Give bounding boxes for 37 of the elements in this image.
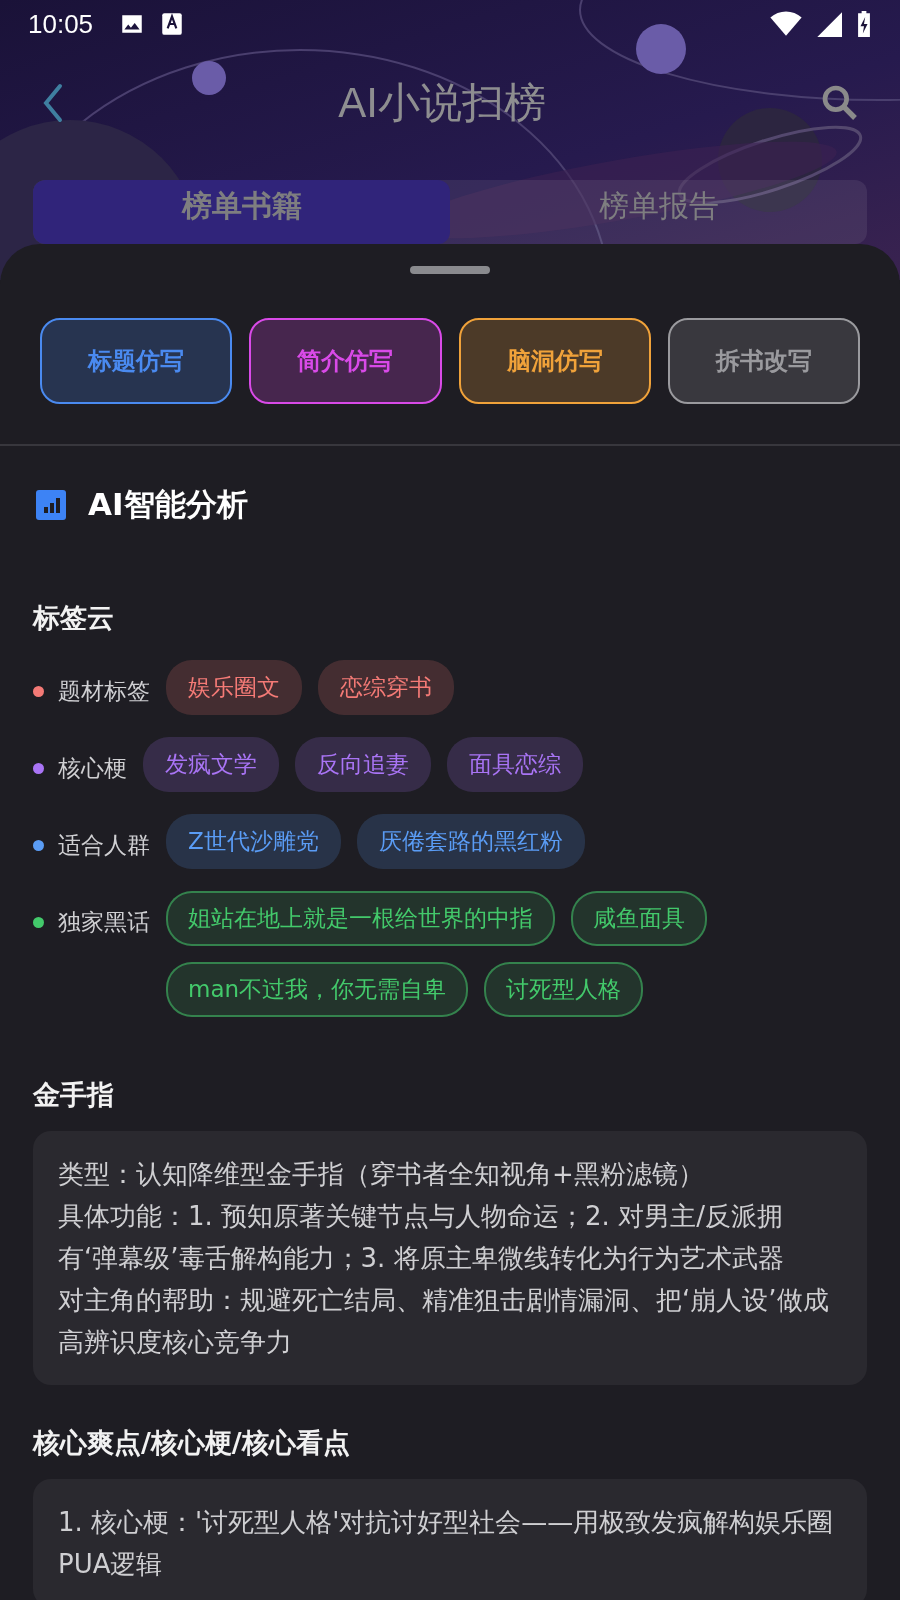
tag-chip: 咸鱼面具 [571,891,707,946]
signal-icon [816,11,842,37]
paragraph: 对主角的帮助：规避死亡结局、精准狙击剧情漏洞、把‘崩人设’做成高辨识度核心竞争力 [58,1284,830,1359]
status-time: 10:05 [28,8,94,40]
tag-chip: 面具恋综 [447,737,583,792]
drag-handle[interactable] [410,266,490,274]
tag-chip: 恋综穿书 [318,660,454,715]
page-title: AI小说扫榜 [338,78,546,128]
tag-chip: 厌倦套路的黑红粉 [356,814,585,869]
tab[interactable]: 榜单书籍 [33,180,450,244]
tag-group-label: 适合人群 [58,831,150,860]
action-button[interactable]: 简介仿写 [249,318,442,404]
paragraph: 具体功能：1. 预知原著关键节点与人物命运；2. 对男主/反派拥有‘弹幕级’毒舌解构能力；3. 将原主卑微线转化为行为艺术武器 [58,1200,785,1275]
back-icon[interactable] [42,83,64,123]
action-button[interactable]: 脑洞仿写 [458,318,651,404]
tag-group-label: 核心梗 [58,754,127,783]
tab[interactable]: 榜单报告 [450,180,867,244]
tag-chip: 讨死型人格 [484,962,644,1017]
tag-group-label: 独家黑话 [58,908,150,937]
chart-icon [36,490,66,520]
paragraph: 1. 核心梗：'讨死型人格'对抗讨好型社会——用极致发疯解构娱乐圈PUA逻辑 [58,1506,835,1581]
battery-icon [856,11,872,37]
subsection-title: 金手指 [32,1078,115,1112]
action-button[interactable]: 标题仿写 [40,318,233,404]
wifi-icon [770,11,802,37]
tag-chip: 反向追妻 [295,737,431,792]
tag-chip: man不过我，你无需自卑 [166,962,469,1017]
section-title: AI智能分析 [88,485,248,524]
subsection-title: 核心爽点/核心梗/核心看点 [31,1426,351,1460]
paragraph: 类型：认知降维型金手指（穿书者全知视角+黑粉滤镜） [58,1158,705,1191]
tag-chip: 发疯文学 [143,737,279,792]
tag-group-label: 题材标签 [58,677,150,706]
tag-chip: 姐站在地上就是一根给世界的中指 [166,891,555,946]
action-button[interactable]: 拆书改写 [667,318,860,404]
subsection-title: 标签云 [31,601,115,635]
tag-chip: Z世代沙雕党 [166,814,341,869]
tag-chip: 娱乐圈文 [166,660,302,715]
